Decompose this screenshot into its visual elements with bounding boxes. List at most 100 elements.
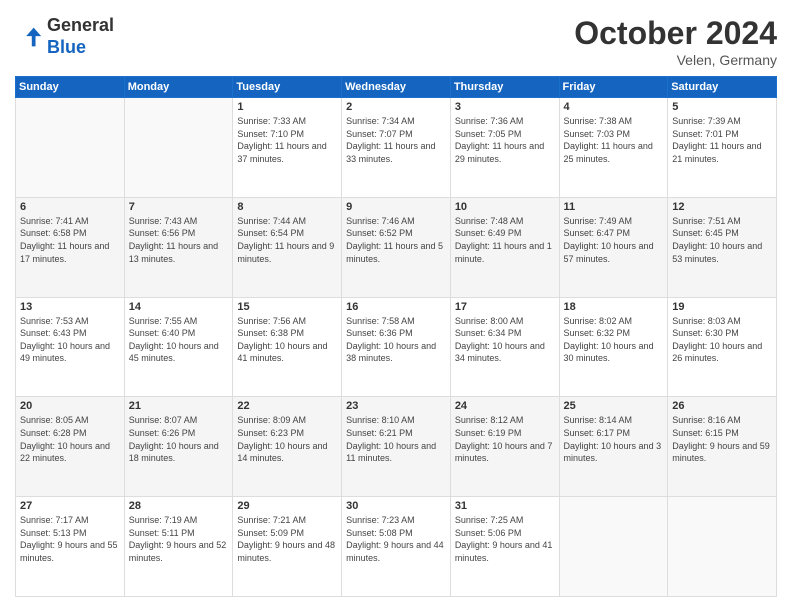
title-area: October 2024 Velen, Germany [574, 15, 777, 68]
day-number: 24 [455, 400, 555, 412]
day-info: Sunrise: 8:14 AMSunset: 6:17 PMDaylight:… [564, 414, 664, 464]
day-number: 8 [237, 201, 337, 213]
day-cell: 17Sunrise: 8:00 AMSunset: 6:34 PMDayligh… [450, 297, 559, 397]
page: General Blue October 2024 Velen, Germany… [0, 0, 792, 612]
week-row-5: 27 Sunrise: 7:17 AMSunset: 5:13 PMDayligh… [16, 497, 777, 597]
day-cell: 1 Sunrise: 7:33 AMSunset: 7:10 PMDaylight… [233, 98, 342, 198]
day-cell: 2Sunrise: 7:34 AMSunset: 7:07 PMDaylight… [342, 98, 451, 198]
day-number: 25 [564, 400, 664, 412]
day-number: 9 [346, 201, 446, 213]
day-info: Sunrise: 7:33 AMSunset: 7:10 PMDaylight:… [237, 115, 337, 165]
day-cell [124, 98, 233, 198]
day-number: 11 [564, 201, 664, 213]
day-cell: 9 Sunrise: 7:46 AMSunset: 6:52 PMDaylight… [342, 197, 451, 297]
day-cell: 12Sunrise: 7:51 AMSunset: 6:45 PMDayligh… [668, 197, 777, 297]
day-number: 4 [564, 101, 664, 113]
day-info: Sunrise: 7:55 AMSunset: 6:40 PMDaylight:… [129, 315, 229, 365]
day-number: 28 [129, 500, 229, 512]
day-cell: 30 Sunrise: 7:23 AMSunset: 5:08 PMDayligh… [342, 497, 451, 597]
day-cell: 18 Sunrise: 8:02 AMSunset: 6:32 PMDayligh… [559, 297, 668, 397]
day-number: 26 [672, 400, 772, 412]
day-cell: 4 Sunrise: 7:38 AMSunset: 7:03 PMDaylight… [559, 98, 668, 198]
col-wednesday: Wednesday [342, 77, 451, 98]
col-sunday: Sunday [16, 77, 125, 98]
day-info: Sunrise: 7:39 AMSunset: 7:01 PMDaylight:… [672, 115, 772, 165]
day-number: 3 [455, 101, 555, 113]
col-friday: Friday [559, 77, 668, 98]
day-cell: 14Sunrise: 7:55 AMSunset: 6:40 PMDayligh… [124, 297, 233, 397]
day-info: Sunrise: 7:51 AMSunset: 6:45 PMDaylight:… [672, 215, 772, 265]
day-number: 29 [237, 500, 337, 512]
day-info: Sunrise: 7:17 AMSunset: 5:13 PMDaylight:… [20, 514, 120, 564]
week-row-2: 6 Sunrise: 7:41 AMSunset: 6:58 PMDaylight… [16, 197, 777, 297]
day-info: Sunrise: 8:05 AMSunset: 6:28 PMDaylight:… [20, 414, 120, 464]
day-number: 15 [237, 301, 337, 313]
day-cell: 8Sunrise: 7:44 AMSunset: 6:54 PMDaylight… [233, 197, 342, 297]
day-number: 31 [455, 500, 555, 512]
day-number: 16 [346, 301, 446, 313]
day-cell: 5 Sunrise: 7:39 AMSunset: 7:01 PMDaylight… [668, 98, 777, 198]
day-cell: 23Sunrise: 8:10 AMSunset: 6:21 PMDayligh… [342, 397, 451, 497]
day-cell: 13 Sunrise: 7:53 AMSunset: 6:43 PMDayligh… [16, 297, 125, 397]
day-info: Sunrise: 7:41 AMSunset: 6:58 PMDaylight:… [20, 215, 120, 265]
day-number: 7 [129, 201, 229, 213]
day-cell: 24 Sunrise: 8:12 AMSunset: 6:19 PMDayligh… [450, 397, 559, 497]
day-number: 6 [20, 201, 120, 213]
day-number: 17 [455, 301, 555, 313]
day-info: Sunrise: 7:58 AMSunset: 6:36 PMDaylight:… [346, 315, 446, 365]
day-number: 21 [129, 400, 229, 412]
day-number: 10 [455, 201, 555, 213]
day-cell: 21 Sunrise: 8:07 AMSunset: 6:26 PMDayligh… [124, 397, 233, 497]
day-info: Sunrise: 7:46 AMSunset: 6:52 PMDaylight:… [346, 215, 446, 265]
month-title: October 2024 [574, 15, 777, 52]
day-number: 20 [20, 400, 120, 412]
col-saturday: Saturday [668, 77, 777, 98]
day-info: Sunrise: 7:23 AMSunset: 5:08 PMDaylight:… [346, 514, 446, 564]
day-cell: 11Sunrise: 7:49 AMSunset: 6:47 PMDayligh… [559, 197, 668, 297]
day-number: 19 [672, 301, 772, 313]
day-info: Sunrise: 7:53 AMSunset: 6:43 PMDaylight:… [20, 315, 120, 365]
day-number: 22 [237, 400, 337, 412]
col-tuesday: Tuesday [233, 77, 342, 98]
header: General Blue October 2024 Velen, Germany [15, 15, 777, 68]
day-info: Sunrise: 8:10 AMSunset: 6:21 PMDaylight:… [346, 414, 446, 464]
day-info: Sunrise: 8:03 AMSunset: 6:30 PMDaylight:… [672, 315, 772, 365]
day-cell: 7 Sunrise: 7:43 AMSunset: 6:56 PMDaylight… [124, 197, 233, 297]
day-cell: 16 Sunrise: 7:58 AMSunset: 6:36 PMDayligh… [342, 297, 451, 397]
day-cell: 25 Sunrise: 8:14 AMSunset: 6:17 PMDayligh… [559, 397, 668, 497]
day-cell: 6 Sunrise: 7:41 AMSunset: 6:58 PMDaylight… [16, 197, 125, 297]
col-monday: Monday [124, 77, 233, 98]
day-info: Sunrise: 7:21 AMSunset: 5:09 PMDaylight:… [237, 514, 337, 564]
day-cell: 20 Sunrise: 8:05 AMSunset: 6:28 PMDayligh… [16, 397, 125, 497]
day-info: Sunrise: 7:43 AMSunset: 6:56 PMDaylight:… [129, 215, 229, 265]
day-cell: 27 Sunrise: 7:17 AMSunset: 5:13 PMDayligh… [16, 497, 125, 597]
day-info: Sunrise: 7:36 AMSunset: 7:05 PMDaylight:… [455, 115, 555, 165]
day-number: 5 [672, 101, 772, 113]
col-thursday: Thursday [450, 77, 559, 98]
day-info: Sunrise: 7:25 AMSunset: 5:06 PMDaylight:… [455, 514, 555, 564]
day-cell: 22Sunrise: 8:09 AMSunset: 6:23 PMDayligh… [233, 397, 342, 497]
day-number: 18 [564, 301, 664, 313]
day-number: 30 [346, 500, 446, 512]
day-info: Sunrise: 8:02 AMSunset: 6:32 PMDaylight:… [564, 315, 664, 365]
day-info: Sunrise: 8:12 AMSunset: 6:19 PMDaylight:… [455, 414, 555, 464]
day-cell: 29 Sunrise: 7:21 AMSunset: 5:09 PMDayligh… [233, 497, 342, 597]
location: Velen, Germany [574, 52, 777, 68]
week-row-1: 1 Sunrise: 7:33 AMSunset: 7:10 PMDaylight… [16, 98, 777, 198]
day-cell: 3 Sunrise: 7:36 AMSunset: 7:05 PMDaylight… [450, 98, 559, 198]
day-info: Sunrise: 8:07 AMSunset: 6:26 PMDaylight:… [129, 414, 229, 464]
day-cell: 10Sunrise: 7:48 AMSunset: 6:49 PMDayligh… [450, 197, 559, 297]
day-cell: 19 Sunrise: 8:03 AMSunset: 6:30 PMDayligh… [668, 297, 777, 397]
day-info: Sunrise: 7:19 AMSunset: 5:11 PMDaylight:… [129, 514, 229, 564]
logo-text: General Blue [47, 15, 114, 58]
day-number: 13 [20, 301, 120, 313]
day-number: 1 [237, 101, 337, 113]
day-info: Sunrise: 8:16 AMSunset: 6:15 PMDaylight:… [672, 414, 772, 464]
day-number: 27 [20, 500, 120, 512]
day-cell [668, 497, 777, 597]
day-info: Sunrise: 7:34 AMSunset: 7:07 PMDaylight:… [346, 115, 446, 165]
day-cell [559, 497, 668, 597]
day-info: Sunrise: 7:38 AMSunset: 7:03 PMDaylight:… [564, 115, 664, 165]
day-info: Sunrise: 7:56 AMSunset: 6:38 PMDaylight:… [237, 315, 337, 365]
day-cell: 31 Sunrise: 7:25 AMSunset: 5:06 PMDayligh… [450, 497, 559, 597]
